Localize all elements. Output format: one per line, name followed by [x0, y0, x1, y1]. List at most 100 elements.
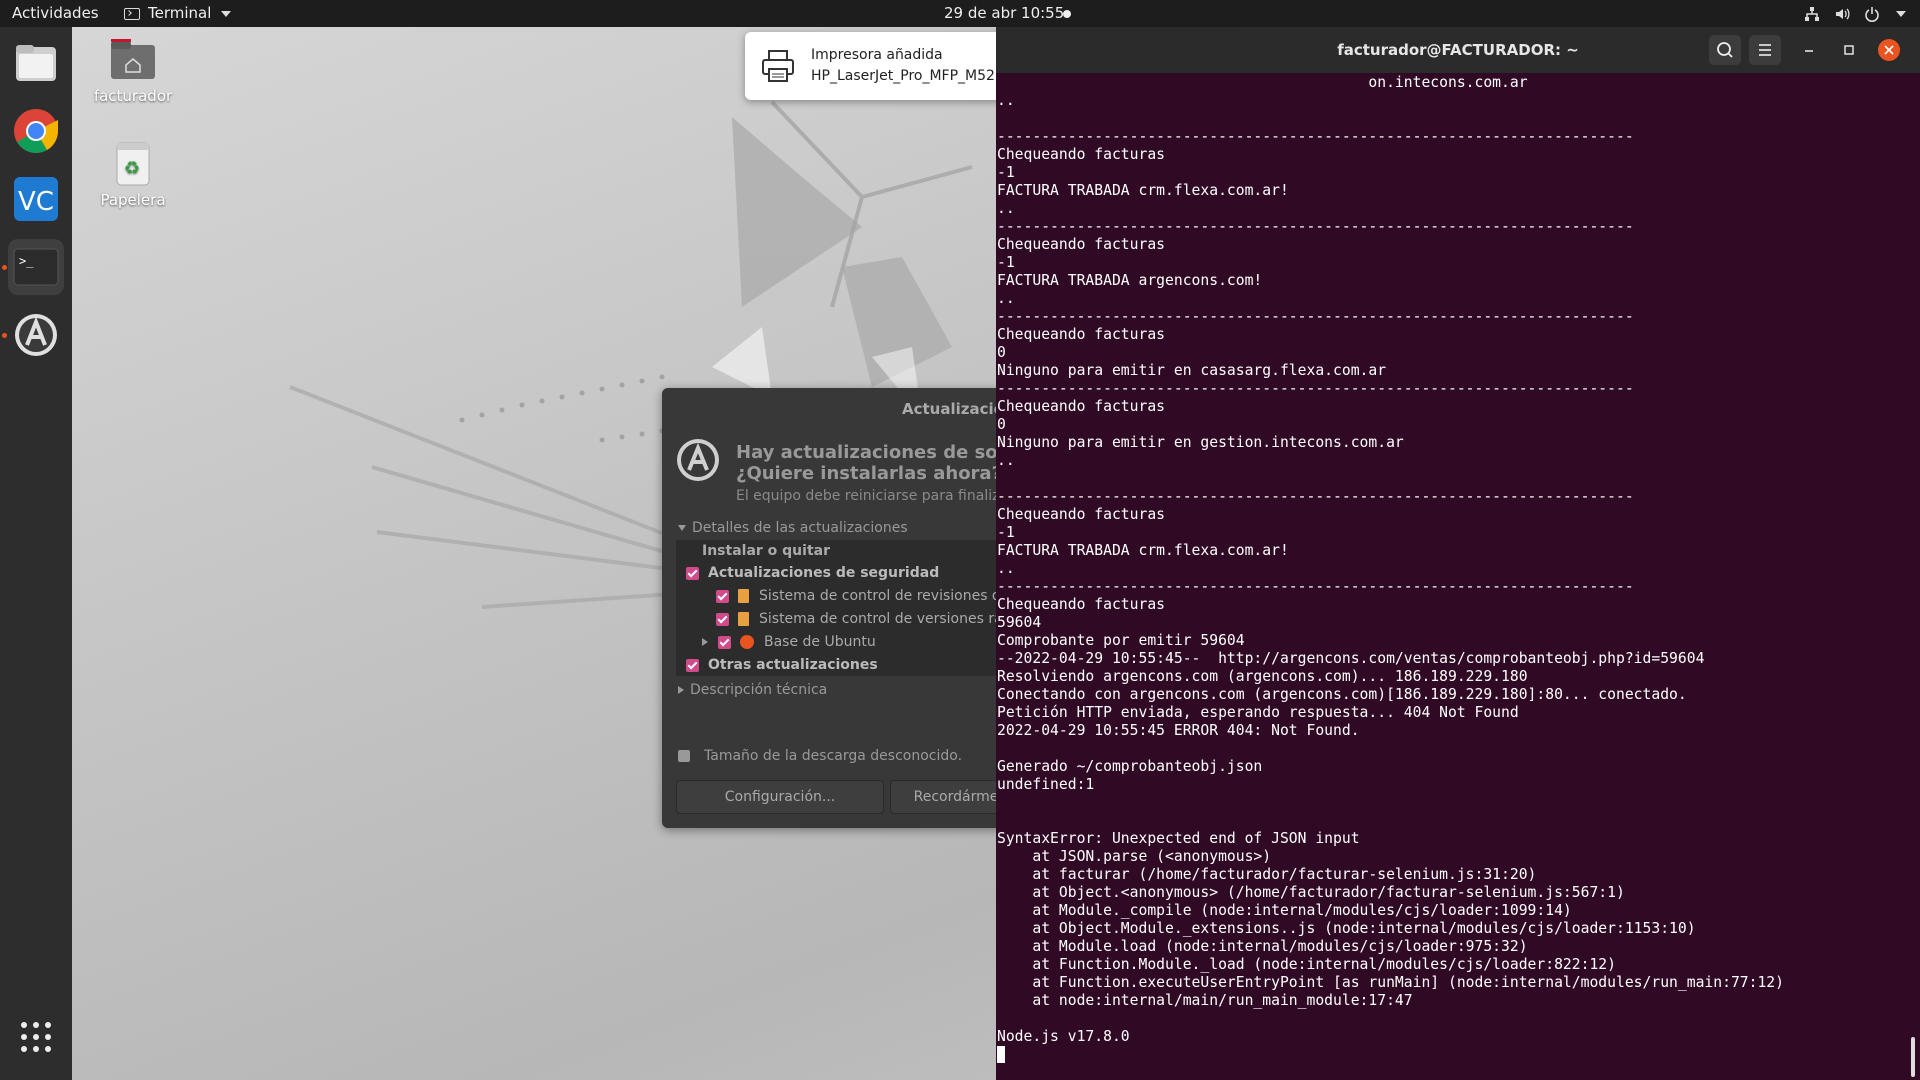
package-icon	[738, 589, 749, 603]
terminal-header-bar[interactable]: facturador@FACTURADOR: ~	[996, 27, 1920, 73]
terminal-window[interactable]: facturador@FACTURADOR: ~ on.intecons.com…	[996, 27, 1920, 1080]
chevron-down-icon	[221, 10, 232, 17]
checkbox[interactable]	[686, 566, 699, 580]
details-label: Detalles de las actualizaciones	[692, 520, 908, 536]
heading-line-2: ¿Quiere instalarlas ahora?	[736, 463, 1002, 484]
desktop-home-label: facturador	[93, 87, 173, 105]
dock-chrome[interactable]	[8, 103, 64, 159]
terminal-line: Conectando con argencons.com (argencons.…	[997, 686, 1687, 703]
terminal-line: ..	[997, 290, 1015, 307]
terminal-line: 2022-04-29 10:55:45 ERROR 404: Not Found…	[997, 722, 1360, 739]
app-menu[interactable]: Terminal	[124, 0, 232, 27]
terminal-line: ..	[997, 92, 1015, 109]
list-item[interactable]: Sistema de control de revisiones di	[716, 585, 1002, 607]
terminal-icon: >_	[13, 248, 59, 286]
home-folder-icon	[111, 39, 155, 79]
dock-terminal[interactable]: >_	[8, 239, 64, 295]
terminal-line: Ninguno para emitir en gestion.intecons.…	[997, 434, 1404, 451]
dialog-title: Actualizació	[902, 400, 1002, 418]
clock[interactable]: 29 de abr 10:55	[944, 0, 1064, 27]
technical-description-expander[interactable]: Descripción técnica	[678, 682, 827, 698]
terminal-line: Chequeando facturas	[997, 398, 1166, 415]
vscode-icon: VC	[14, 177, 58, 221]
checkbox[interactable]	[686, 658, 699, 672]
network-icon	[1805, 6, 1819, 21]
package-icon	[738, 612, 749, 626]
terminal-line: 59604	[997, 614, 1042, 631]
dock-software-updater[interactable]	[8, 307, 64, 363]
dock-files[interactable]	[8, 35, 64, 91]
show-applications-button[interactable]	[8, 1009, 64, 1065]
terminal-line: Chequeando facturas	[997, 596, 1166, 613]
dock-vscode[interactable]: VC	[8, 171, 64, 227]
terminal-line: ..	[997, 560, 1015, 577]
terminal-line: ----------------------------------------…	[997, 380, 1634, 397]
top-bar: Actividades Terminal 29 de abr 10:55	[0, 0, 1920, 27]
desktop-trash[interactable]: ♻ Papelera	[88, 139, 178, 209]
terminal-icon	[124, 7, 140, 20]
power-icon	[1865, 6, 1879, 22]
terminal-line: -1	[997, 164, 1015, 181]
terminal-line: Node.js v17.8.0	[997, 1028, 1130, 1045]
terminal-line: undefined:1	[997, 776, 1095, 793]
terminal-line: FACTURA TRABADA crm.flexa.com.ar!	[997, 542, 1289, 559]
updates-list[interactable]: Instalar o quitar Actualizaciones de seg…	[676, 540, 1002, 676]
terminal-line: ----------------------------------------…	[997, 488, 1634, 505]
terminal-line: Chequeando facturas	[997, 146, 1166, 163]
system-tray[interactable]	[1804, 0, 1906, 27]
menu-button[interactable]	[1749, 35, 1781, 65]
dialog-subtitle: El equipo debe reiniciarse para finaliza	[736, 488, 1002, 504]
list-header: Instalar o quitar	[702, 543, 830, 559]
row-label: Sistema de control de versiones ráp	[759, 611, 1002, 627]
list-item[interactable]: Sistema de control de versiones ráp	[716, 608, 1002, 630]
terminal-output[interactable]: on.intecons.com.ar.. --------------------…	[997, 74, 1912, 1074]
terminal-line: 0	[997, 416, 1006, 433]
search-button[interactable]	[1709, 35, 1741, 65]
list-item[interactable]: Base de Ubuntu	[702, 631, 876, 653]
list-item-other[interactable]: Otras actualizaciones	[686, 654, 878, 676]
running-indicator	[2, 333, 7, 338]
expander-down-icon	[678, 525, 686, 531]
terminal-line: at Module._compile (node:internal/module…	[997, 902, 1572, 919]
terminal-line: Comprobante por emitir 59604	[997, 632, 1245, 649]
desktop-home-folder[interactable]: facturador	[88, 35, 178, 105]
technical-label: Descripción técnica	[690, 682, 828, 698]
files-icon	[16, 45, 56, 81]
maximize-icon	[1844, 45, 1854, 55]
checkbox[interactable]	[716, 612, 729, 626]
svg-text:♻: ♻	[124, 158, 140, 179]
desktop-trash-label: Papelera	[100, 191, 166, 209]
terminal-line: ----------------------------------------…	[997, 218, 1634, 235]
close-button[interactable]	[1878, 39, 1900, 61]
chevron-down-icon	[1896, 10, 1906, 17]
list-item-security[interactable]: Actualizaciones de seguridad	[686, 562, 939, 584]
app-menu-label: Terminal	[148, 4, 212, 22]
checkbox[interactable]	[716, 589, 729, 603]
download-size: Tamaño de la descarga desconocido.	[678, 748, 962, 764]
row-label: Base de Ubuntu	[764, 634, 876, 650]
terminal-line: Petición HTTP enviada, esperando respues…	[997, 704, 1519, 721]
info-icon	[678, 750, 690, 762]
minimize-icon	[1805, 50, 1813, 52]
minimize-button[interactable]	[1798, 39, 1820, 61]
svg-text:>_: >_	[19, 254, 34, 268]
checkbox[interactable]	[718, 635, 731, 649]
terminal-line: Chequeando facturas	[997, 326, 1166, 343]
details-expander[interactable]: Detalles de las actualizaciones	[678, 520, 908, 536]
activities-button[interactable]: Actividades	[12, 0, 99, 27]
terminal-scrollbar[interactable]	[1911, 1037, 1915, 1077]
terminal-line: at Function.Module._load (node:internal/…	[997, 956, 1616, 973]
notification-dot-icon	[1063, 10, 1071, 18]
maximize-button[interactable]	[1838, 39, 1860, 61]
printer-icon	[762, 50, 794, 82]
settings-button[interactable]: Configuración...	[676, 780, 884, 814]
terminal-line: at Module.load (node:internal/modules/cj…	[997, 938, 1528, 955]
text-cursor	[997, 1046, 1005, 1063]
expander-right-icon[interactable]	[702, 638, 708, 646]
terminal-line: ----------------------------------------…	[997, 578, 1634, 595]
dock: VC >_	[0, 27, 72, 1080]
remind-later-button[interactable]: Recordárme	[890, 780, 1002, 814]
